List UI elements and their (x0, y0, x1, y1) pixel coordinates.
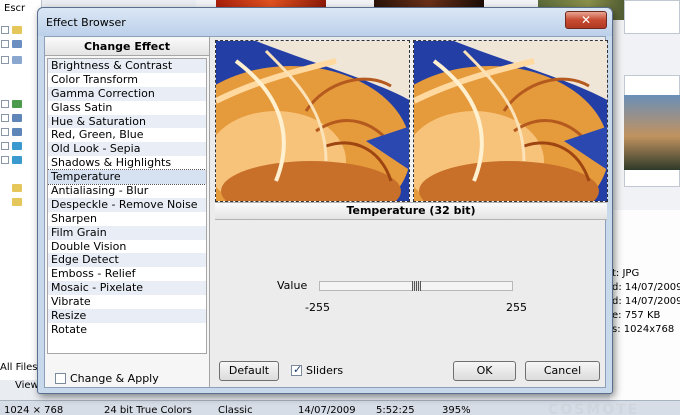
value-slider[interactable] (319, 281, 513, 291)
effect-name-bar: Temperature (32 bit) (215, 202, 607, 220)
close-button[interactable]: ✕ (565, 11, 607, 29)
watermark-logo: COSMOTE (548, 402, 640, 415)
dialog-title: Effect Browser (46, 16, 126, 29)
change-apply-checkbox[interactable] (55, 373, 66, 384)
effect-list-item[interactable]: Sharpen (48, 212, 206, 226)
effect-list-item[interactable]: Despeckle - Remove Noise (48, 197, 206, 212)
parameter-area: Value -255 255 (215, 221, 605, 356)
effect-list-item[interactable]: Film Grain (48, 225, 206, 240)
effect-list-item[interactable]: Edge Detect (48, 253, 206, 268)
info-dimensions: s: 1024x768 (612, 324, 675, 335)
original-preview-image (215, 40, 410, 202)
list-header: Change Effect (45, 38, 209, 56)
effect-list-item[interactable]: Resize (48, 309, 206, 323)
tree-node[interactable] (1, 56, 39, 66)
drive-icon (12, 128, 22, 136)
effect-list-item[interactable]: Hue & Saturation (48, 114, 206, 129)
status-zoom: 395% (442, 405, 471, 415)
cancel-button[interactable]: Cancel (525, 361, 600, 381)
status-style: Classic (218, 405, 253, 415)
slider-thumb[interactable] (412, 281, 421, 291)
tree-node[interactable] (1, 114, 39, 124)
effect-list-item[interactable]: Old Look - Sepia (48, 142, 206, 157)
tree-node[interactable] (1, 100, 39, 110)
effect-list-item[interactable]: Red, Green, Blue (48, 128, 206, 142)
effect-list-item[interactable]: Antialiasing - Blur (48, 184, 206, 198)
drive-icon (12, 40, 22, 48)
folder-icon (12, 26, 22, 34)
tree-node[interactable] (1, 26, 39, 36)
effect-list[interactable]: Brightness & Contrast Color Transform Gamm… (47, 58, 207, 354)
slider-min-label: -255 (305, 301, 330, 314)
info-created: d: 14/07/2009 (612, 282, 680, 293)
tree-root-label: Escr (4, 3, 26, 14)
tree-node[interactable] (1, 198, 39, 208)
folder-icon (12, 184, 22, 192)
effect-list-item[interactable]: Color Transform (48, 73, 206, 87)
all-files-tab[interactable]: All Files (0, 362, 38, 373)
expand-icon[interactable] (1, 156, 9, 164)
sliders-checkbox[interactable] (291, 363, 302, 376)
expand-icon[interactable] (1, 26, 9, 34)
effect-list-item[interactable]: Brightness & Contrast (48, 59, 206, 73)
ok-button[interactable]: OK (453, 361, 516, 381)
status-time: 5:52:25 (376, 405, 415, 415)
effect-list-item[interactable]: Mosaic - Pixelate (48, 281, 206, 296)
tree-node[interactable] (1, 40, 39, 50)
effect-list-panel: Change Effect Brightness & Contrast Color… (45, 37, 210, 387)
slider-max-label: 255 (506, 301, 527, 314)
effect-list-item[interactable]: Vibrate (48, 295, 206, 309)
sliders-label: Sliders (306, 364, 344, 377)
expand-icon[interactable] (1, 100, 9, 108)
view-tab[interactable]: View (15, 380, 39, 391)
dialog-titlebar[interactable]: Effect Browser ✕ (38, 8, 612, 36)
change-apply-label: Change & Apply (70, 372, 159, 385)
value-label: Value (277, 279, 308, 292)
drive-icon (12, 56, 22, 64)
effect-list-item[interactable]: Glass Satin (48, 101, 206, 115)
expand-icon[interactable] (1, 56, 9, 64)
effect-browser-dialog: Effect Browser ✕ Change Effect Brightnes… (37, 7, 613, 394)
file-info-panel: t: JPG d: 14/07/2009 d: 14/07/2009 e: 75… (610, 210, 680, 400)
computer-icon (12, 142, 22, 150)
preview-area (215, 40, 608, 202)
expand-icon[interactable] (1, 114, 9, 122)
network-icon (12, 100, 22, 108)
dialog-client-area: Change Effect Brightness & Contrast Color… (44, 36, 608, 388)
status-dimensions: 1024 × 768 (4, 405, 64, 415)
status-date: 14/07/2009 (298, 405, 356, 415)
default-button[interactable]: Default (219, 361, 279, 381)
info-type: t: JPG (612, 268, 640, 279)
expand-icon[interactable] (1, 142, 9, 150)
effect-list-item[interactable]: Double Vision (48, 240, 206, 254)
status-color-depth: 24 bit True Colors (104, 405, 192, 415)
expand-icon[interactable] (1, 40, 9, 48)
thumbnail-frame[interactable] (624, 0, 680, 34)
effect-list-item[interactable]: Gamma Correction (48, 86, 206, 101)
info-modified: d: 14/07/2009 (612, 296, 680, 307)
result-preview-image (413, 40, 608, 202)
expand-icon[interactable] (1, 128, 9, 136)
tree-node[interactable] (1, 142, 39, 152)
effect-list-item[interactable]: Rotate (48, 323, 206, 337)
effect-list-item[interactable]: Temperature (48, 169, 206, 186)
computer-icon (12, 156, 22, 164)
drive-icon (12, 114, 22, 122)
info-size: e: 757 KB (612, 310, 661, 321)
tree-node[interactable] (1, 184, 39, 194)
folder-tree[interactable]: Escr All Files (0, 0, 42, 380)
effect-list-item[interactable]: Shadows & Highlights (48, 156, 206, 170)
tree-node[interactable] (1, 156, 39, 166)
close-icon: ✕ (580, 13, 592, 27)
tree-node[interactable] (1, 128, 39, 138)
thumbnail-image[interactable] (624, 95, 680, 170)
folder-icon (12, 198, 22, 206)
effect-list-item[interactable]: Emboss - Relief (48, 267, 206, 281)
